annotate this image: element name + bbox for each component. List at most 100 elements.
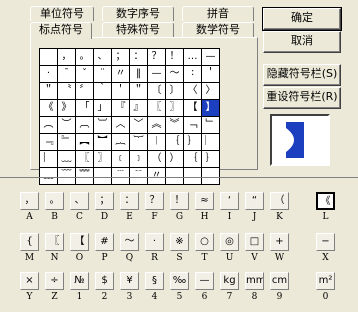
- symbol-cell[interactable]: ·: [40, 66, 58, 83]
- symbol-key[interactable]: “: [245, 192, 264, 210]
- symbol-cell[interactable]: …: [184, 49, 202, 66]
- symbol-key[interactable]: ，: [20, 192, 39, 210]
- symbol-cell[interactable]: ﹏: [58, 151, 76, 168]
- symbol-key[interactable]: ÷: [45, 272, 64, 290]
- symbol-key[interactable]: （: [270, 192, 289, 210]
- symbol-cell[interactable]: 〔: [148, 83, 166, 100]
- symbol-cell[interactable]: 〗: [94, 151, 112, 168]
- reset-symbol-bar-button[interactable]: 重设符号栏(R): [263, 87, 341, 109]
- symbol-key[interactable]: —: [195, 272, 214, 290]
- tab-math-symbols[interactable]: 数学符号: [182, 22, 254, 37]
- symbol-cell[interactable]: 〕: [166, 83, 184, 100]
- symbol-cell[interactable]: —: [202, 49, 220, 66]
- symbol-key[interactable]: {: [20, 233, 39, 251]
- symbol-key[interactable]: ×: [20, 272, 39, 290]
- symbol-cell[interactable]: 〃: [112, 66, 130, 83]
- symbol-cell[interactable]: ﹁: [184, 117, 202, 134]
- symbol-cell[interactable]: ）: [166, 151, 184, 168]
- symbol-cell[interactable]: ︿: [112, 117, 130, 134]
- symbol-cell[interactable]: ｀: [94, 83, 112, 100]
- symbol-key[interactable]: 。: [45, 192, 64, 210]
- symbol-cell[interactable]: ‖: [130, 66, 148, 83]
- symbol-key[interactable]: $: [95, 272, 114, 290]
- symbol-cell[interactable]: ︽: [148, 117, 166, 134]
- symbol-key[interactable]: ？: [145, 192, 164, 210]
- symbol-cell[interactable]: 〈: [184, 83, 202, 100]
- symbol-cell[interactable]: ︵: [40, 117, 58, 134]
- symbol-key[interactable]: ：: [120, 192, 139, 210]
- symbol-cell[interactable]: ｛: [166, 134, 184, 151]
- symbol-cell[interactable]: ︹: [76, 117, 94, 134]
- symbol-cell[interactable]: ﹞: [130, 151, 148, 168]
- symbol-cell[interactable]: 『: [112, 100, 130, 117]
- symbol-key[interactable]: 《: [316, 192, 335, 210]
- symbol-key[interactable]: §: [145, 272, 164, 290]
- symbol-cell[interactable]: ＂: [130, 83, 148, 100]
- symbol-key[interactable]: ○: [195, 233, 214, 251]
- symbol-cell[interactable]: ～: [166, 66, 184, 83]
- symbol-cell[interactable]: ﹃: [40, 134, 58, 151]
- symbol-key[interactable]: ～: [120, 233, 139, 251]
- tab-unit-symbols[interactable]: 单位符号: [30, 6, 94, 21]
- symbol-cell[interactable]: [40, 49, 58, 66]
- symbol-key[interactable]: №: [70, 272, 89, 290]
- symbol-cell[interactable]: 』: [130, 100, 148, 117]
- symbol-cell[interactable]: ˇ: [76, 66, 94, 83]
- cancel-button[interactable]: 取消: [263, 31, 341, 53]
- symbol-key[interactable]: cm: [270, 272, 289, 290]
- symbol-key[interactable]: m²: [316, 272, 335, 290]
- symbol-key[interactable]: 〖: [45, 233, 64, 251]
- symbol-key[interactable]: ·: [145, 233, 164, 251]
- symbol-cell[interactable]: 。: [76, 49, 94, 66]
- symbol-cell[interactable]: ﹂: [202, 117, 220, 134]
- symbol-cell[interactable]: ︺: [94, 117, 112, 134]
- symbol-key[interactable]: ◎: [220, 233, 239, 251]
- symbol-cell[interactable]: 」: [94, 100, 112, 117]
- symbol-cell[interactable]: ＂: [40, 83, 58, 100]
- symbol-key[interactable]: mm: [245, 272, 264, 290]
- symbol-cell[interactable]: ﹝: [112, 151, 130, 168]
- ok-button[interactable]: 确定: [262, 7, 342, 31]
- symbol-cell[interactable]: ∶: [184, 66, 202, 83]
- symbol-cell[interactable]: 》: [58, 100, 76, 117]
- symbol-key[interactable]: #: [95, 233, 114, 251]
- symbol-cell[interactable]: ：: [130, 49, 148, 66]
- symbol-key[interactable]: ‘: [220, 192, 239, 210]
- symbol-key[interactable]: kg: [220, 272, 239, 290]
- symbol-cell[interactable]: ︷: [112, 134, 130, 151]
- symbol-cell[interactable]: 、: [94, 49, 112, 66]
- symbol-cell[interactable]: ¨: [94, 66, 112, 83]
- symbol-cell[interactable]: ︾: [166, 117, 184, 134]
- symbol-cell[interactable]: —: [148, 66, 166, 83]
- symbol-cell[interactable]: ︳: [202, 134, 220, 151]
- symbol-key[interactable]: ¥: [120, 272, 139, 290]
- symbol-cell[interactable]: ︶: [58, 117, 76, 134]
- symbol-cell[interactable]: ︼: [94, 134, 112, 151]
- symbol-cell[interactable]: ︴: [40, 151, 58, 168]
- symbol-cell[interactable]: 】: [202, 100, 220, 117]
- symbol-cell[interactable]: 【: [184, 100, 202, 117]
- symbol-cell[interactable]: （: [148, 151, 166, 168]
- symbol-cell[interactable]: 〝: [58, 83, 76, 100]
- tab-special-symbols[interactable]: 特殊符号: [102, 22, 174, 37]
- symbol-cell[interactable]: ？: [148, 49, 166, 66]
- symbol-key[interactable]: 、: [70, 192, 89, 210]
- symbol-cell[interactable]: ，: [58, 49, 76, 66]
- symbol-key[interactable]: −: [316, 233, 335, 251]
- symbol-cell[interactable]: ︻: [76, 134, 94, 151]
- symbol-cell[interactable]: 〖: [148, 100, 166, 117]
- symbol-cell[interactable]: 〖: [76, 151, 94, 168]
- tab-punctuation[interactable]: 标点符号: [30, 22, 92, 39]
- symbol-cell[interactable]: ︸: [130, 134, 148, 151]
- symbol-cell[interactable]: ｝: [184, 134, 202, 151]
- symbol-cell[interactable]: 〉: [202, 83, 220, 100]
- symbol-cell[interactable]: ＇: [112, 83, 130, 100]
- symbol-cell[interactable]: ！: [166, 49, 184, 66]
- symbol-key[interactable]: ※: [170, 233, 189, 251]
- symbol-cell[interactable]: ；: [112, 49, 130, 66]
- symbol-key[interactable]: ！: [170, 192, 189, 210]
- symbol-cell[interactable]: ˉ: [58, 66, 76, 83]
- symbol-cell[interactable]: 《: [40, 100, 58, 117]
- tab-pinyin[interactable]: 拼音: [182, 6, 254, 21]
- symbol-key[interactable]: ≈: [195, 192, 214, 210]
